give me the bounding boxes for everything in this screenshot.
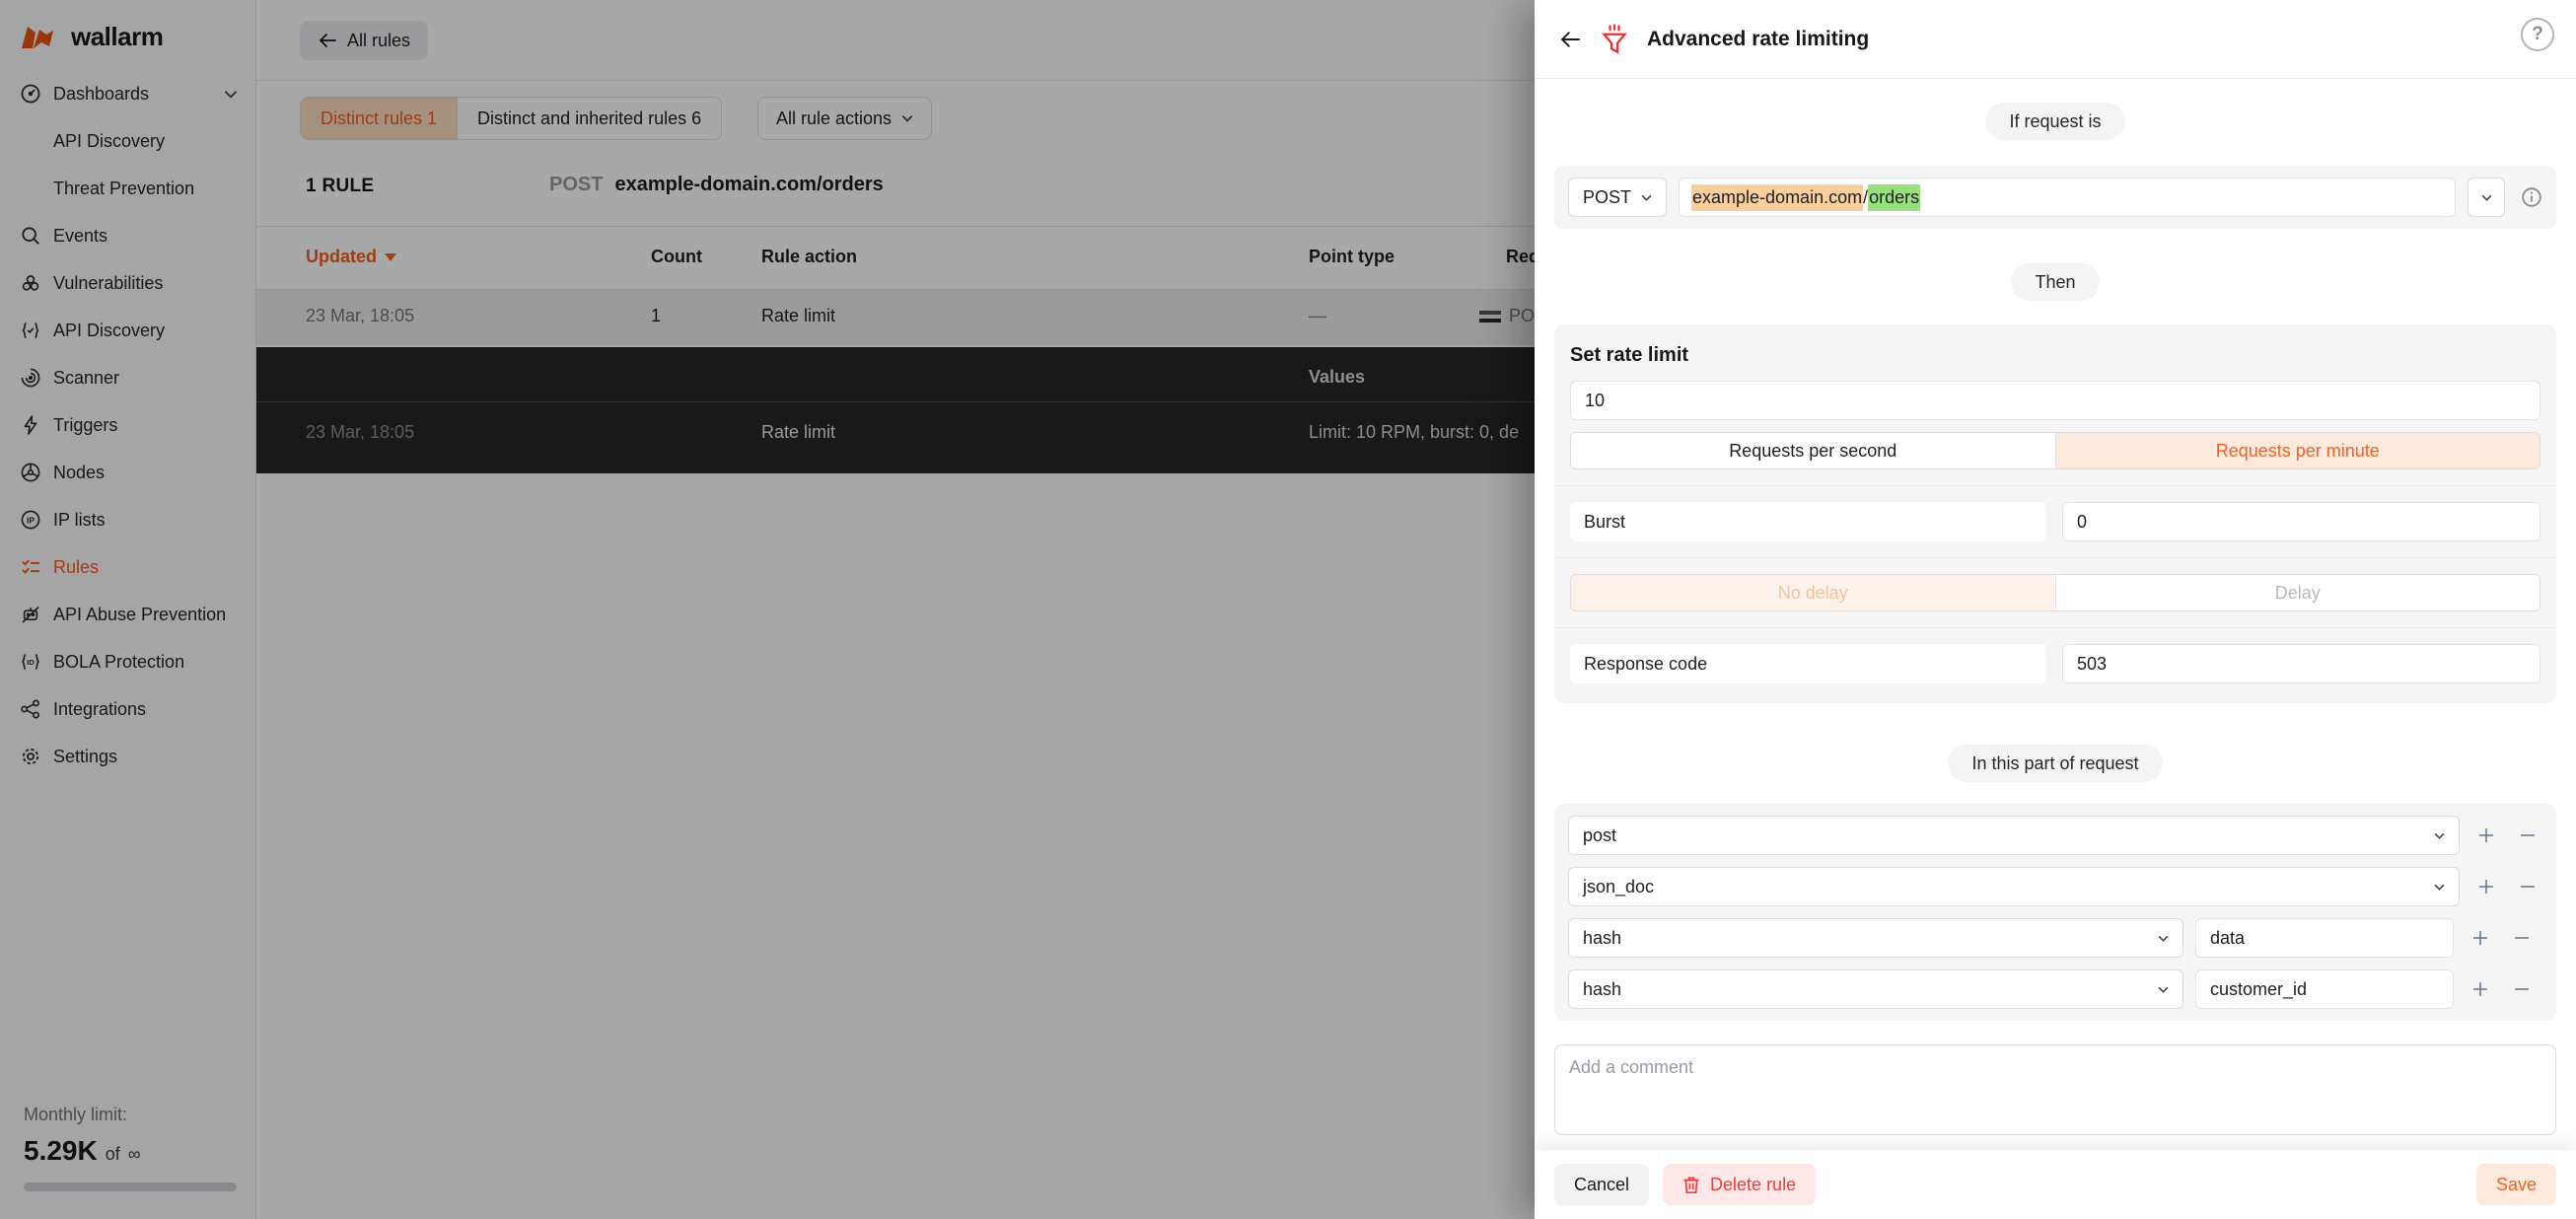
help-icon[interactable]: ? [2521, 18, 2554, 51]
divider [1554, 627, 2556, 628]
part-value-input[interactable] [2195, 969, 2454, 1009]
method-select[interactable]: POST [1568, 178, 1667, 217]
part-select-value: post [1583, 825, 1616, 846]
trash-icon [1682, 1175, 1700, 1194]
request-part-card: post json_doc hash [1554, 804, 2556, 1021]
divider [1554, 485, 2556, 486]
info-icon[interactable] [2521, 186, 2542, 208]
divider [1554, 557, 2556, 558]
part-select-post[interactable]: post [1568, 816, 2460, 855]
chevron-down-icon [2158, 935, 2169, 942]
uri-input[interactable]: example-domain.com/orders [1679, 178, 2456, 217]
uri-expand-button[interactable] [2468, 178, 2505, 217]
requests-per-second-option[interactable]: Requests per second [1571, 433, 2055, 468]
if-request-is-pill: If request is [1985, 103, 2124, 140]
panel-title: Advanced rate limiting [1647, 28, 1869, 51]
part-value-input[interactable] [2195, 918, 2454, 958]
uri-path-highlight: orders [1868, 184, 1920, 211]
then-pill: Then [2011, 263, 2099, 301]
response-code-row: Response code [1570, 644, 2540, 683]
cancel-button[interactable]: Cancel [1554, 1164, 1649, 1205]
remove-part-icon[interactable] [2507, 974, 2537, 1004]
back-arrow-icon[interactable] [1558, 31, 1582, 48]
advanced-rate-limiting-panel: Advanced rate limiting ? If request is P… [1535, 0, 2576, 1219]
rate-limit-funnel-icon [1600, 24, 1629, 55]
part-select-hash-1[interactable]: hash [1568, 918, 2183, 958]
panel-header: Advanced rate limiting ? [1535, 0, 2576, 79]
save-button[interactable]: Save [2476, 1164, 2556, 1205]
card-heading: Set rate limit [1570, 344, 2540, 367]
burst-row: Burst [1570, 502, 2540, 541]
remove-part-icon[interactable] [2513, 872, 2542, 901]
chevron-down-icon [2158, 986, 2169, 993]
part-row: json_doc [1568, 867, 2542, 906]
delay-toggle: No delay Delay [1570, 574, 2540, 611]
part-select-value: json_doc [1583, 877, 1654, 897]
no-delay-option[interactable]: No delay [1571, 575, 2055, 610]
add-part-icon[interactable] [2466, 923, 2495, 953]
part-row: hash [1568, 969, 2542, 1009]
part-row: post [1568, 816, 2542, 855]
response-code-input[interactable] [2062, 644, 2540, 683]
add-part-icon[interactable] [2471, 872, 2501, 901]
method-value: POST [1583, 187, 1631, 208]
delete-rule-label: Delete rule [1710, 1175, 1796, 1195]
modal-dim-overlay[interactable] [0, 0, 1535, 1219]
comment-input[interactable] [1554, 1044, 2556, 1135]
burst-label: Burst [1570, 502, 2046, 541]
uri-host-highlight: example-domain.com [1691, 184, 1863, 211]
part-select-value: hash [1583, 979, 1621, 1000]
add-part-icon[interactable] [2471, 821, 2501, 850]
burst-input[interactable] [2062, 502, 2540, 541]
panel-body: If request is POST example-domain.com/or… [1535, 79, 2576, 1150]
chevron-down-icon [2434, 832, 2445, 839]
remove-part-icon[interactable] [2507, 923, 2537, 953]
rate-limit-input[interactable] [1570, 381, 2540, 420]
part-select-json-doc[interactable]: json_doc [1568, 867, 2460, 906]
in-this-part-of-request-pill: In this part of request [1948, 745, 2162, 782]
delete-rule-button[interactable]: Delete rule [1663, 1164, 1816, 1205]
delay-option[interactable]: Delay [2055, 575, 2540, 610]
panel-footer: Cancel Delete rule Save [1535, 1150, 2576, 1219]
response-code-label: Response code [1570, 644, 2046, 683]
remove-part-icon[interactable] [2513, 821, 2542, 850]
part-select-value: hash [1583, 928, 1621, 949]
set-rate-limit-card: Set rate limit Requests per second Reque… [1554, 324, 2556, 703]
part-row: hash [1568, 918, 2542, 958]
condition-row: POST example-domain.com/orders [1554, 166, 2556, 229]
rate-unit-toggle: Requests per second Requests per minute [1570, 432, 2540, 469]
chevron-down-icon [2434, 884, 2445, 891]
part-select-hash-2[interactable]: hash [1568, 969, 2183, 1009]
add-part-icon[interactable] [2466, 974, 2495, 1004]
chevron-down-icon [1641, 194, 1652, 201]
requests-per-minute-option[interactable]: Requests per minute [2055, 433, 2540, 468]
